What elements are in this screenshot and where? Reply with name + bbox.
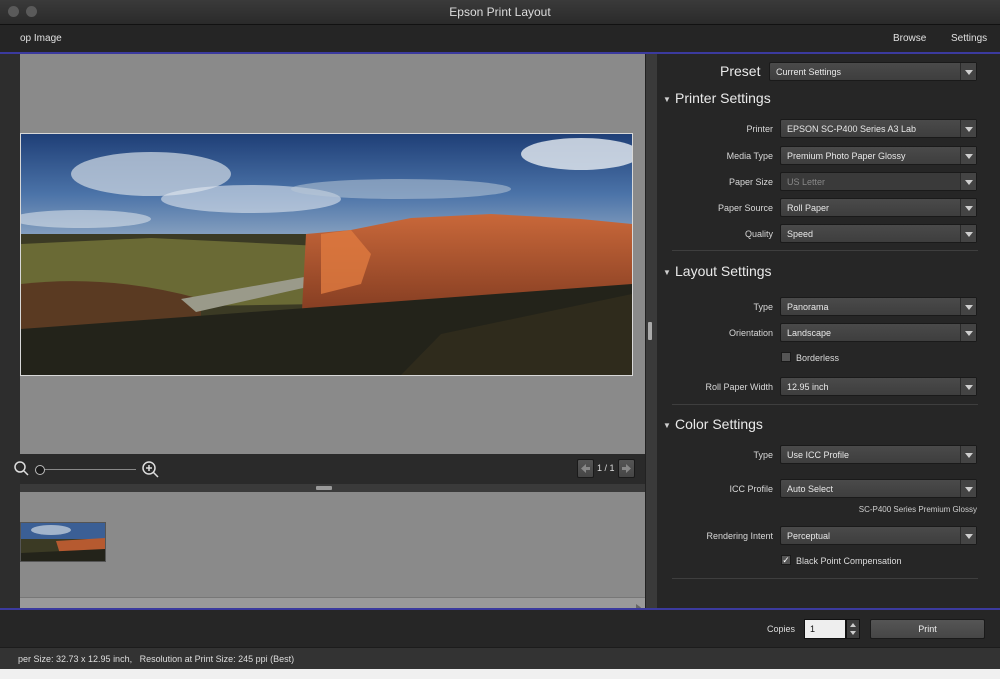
thumbnail-strip bbox=[20, 492, 645, 608]
chevron-down-icon bbox=[960, 147, 976, 164]
paper-size-label: Paper Size bbox=[728, 177, 773, 187]
quality-label: Quality bbox=[744, 229, 773, 239]
checkmark-icon: ✓ bbox=[782, 555, 790, 565]
color-type-dropdown[interactable]: Use ICC Profile bbox=[780, 445, 977, 464]
chevron-down-icon bbox=[960, 527, 976, 544]
next-page-button[interactable] bbox=[618, 459, 635, 478]
title-bar: Epson Print Layout bbox=[0, 0, 1000, 25]
chevron-down-icon bbox=[960, 173, 976, 190]
window-bottom-margin bbox=[0, 669, 1000, 679]
paper-source-label: Paper Source bbox=[717, 203, 773, 213]
panorama-preview-image[interactable] bbox=[20, 133, 633, 376]
orientation-dropdown[interactable]: Landscape bbox=[780, 323, 977, 342]
icc-profile-dropdown[interactable]: Auto Select bbox=[780, 479, 977, 498]
collapse-triangle-icon[interactable]: ▼ bbox=[663, 268, 671, 277]
icc-profile-value: Auto Select bbox=[787, 484, 834, 494]
borderless-label: Borderless bbox=[796, 353, 840, 363]
printer-dropdown[interactable]: EPSON SC-P400 Series A3 Lab bbox=[780, 119, 977, 138]
toolbar: op Image Browse Settings bbox=[0, 25, 1000, 54]
page-thumbnail[interactable] bbox=[20, 522, 106, 562]
layout-type-value: Panorama bbox=[787, 302, 829, 312]
crop-image-tab[interactable]: op Image bbox=[20, 33, 62, 44]
collapse-triangle-icon[interactable]: ▼ bbox=[663, 421, 671, 430]
media-type-dropdown[interactable]: Premium Photo Paper Glossy bbox=[780, 146, 977, 165]
left-edge-panel bbox=[0, 54, 20, 608]
preset-dropdown[interactable]: Current Settings bbox=[769, 62, 977, 81]
status-text: per Size: 32.73 x 12.95 inch, Resolution… bbox=[18, 654, 295, 664]
thumbnail-image bbox=[21, 523, 105, 561]
right-arrow-icon bbox=[622, 464, 631, 473]
settings-tab[interactable]: Settings bbox=[951, 33, 987, 44]
color-type-value: Use ICC Profile bbox=[787, 450, 850, 460]
printer-settings-heading: Printer Settings bbox=[675, 90, 771, 106]
color-type-label: Type bbox=[753, 450, 773, 460]
color-settings-heading: Color Settings bbox=[675, 416, 763, 432]
media-type-label: Media Type bbox=[726, 151, 773, 161]
collapse-triangle-icon[interactable]: ▼ bbox=[663, 95, 671, 104]
paper-source-dropdown[interactable]: Roll Paper bbox=[780, 198, 977, 217]
copies-stepper[interactable] bbox=[846, 619, 860, 639]
previous-page-button[interactable] bbox=[577, 459, 594, 478]
zoom-bar: 1 / 1 bbox=[14, 454, 645, 484]
roll-paper-width-label: Roll Paper Width bbox=[705, 382, 773, 392]
rendering-intent-label: Rendering Intent bbox=[706, 531, 773, 541]
quality-value: Speed bbox=[787, 229, 814, 239]
chevron-down-icon bbox=[960, 480, 976, 497]
orientation-label: Orientation bbox=[728, 328, 773, 338]
printer-label: Printer bbox=[746, 124, 773, 134]
splitter-handle[interactable] bbox=[316, 486, 332, 490]
orientation-value: Landscape bbox=[787, 328, 832, 338]
rendering-intent-dropdown[interactable]: Perceptual bbox=[780, 526, 977, 545]
status-bar: per Size: 32.73 x 12.95 inch, Resolution… bbox=[0, 647, 1000, 670]
landscape-photo-image bbox=[21, 134, 632, 375]
black-point-compensation-label: Black Point Compensation bbox=[796, 556, 902, 566]
stepper-arrows-icon bbox=[850, 623, 856, 635]
zoom-slider-track[interactable] bbox=[36, 469, 136, 470]
section-divider bbox=[672, 578, 978, 579]
quality-dropdown[interactable]: Speed bbox=[780, 224, 977, 243]
scroll-right-icon[interactable] bbox=[634, 599, 643, 611]
copies-input[interactable]: 1 bbox=[804, 619, 846, 639]
section-divider bbox=[672, 250, 978, 251]
media-type-value: Premium Photo Paper Glossy bbox=[787, 151, 906, 161]
rendering-intent-value: Perceptual bbox=[787, 531, 831, 541]
icc-profile-label: ICC Profile bbox=[729, 484, 773, 494]
preset-value: Current Settings bbox=[776, 67, 842, 77]
chevron-down-icon bbox=[960, 199, 976, 216]
section-divider bbox=[672, 404, 978, 405]
thumbnail-splitter[interactable] bbox=[20, 484, 645, 492]
layout-settings-heading: Layout Settings bbox=[675, 263, 772, 279]
preset-label: Preset bbox=[720, 63, 761, 79]
black-point-compensation-checkbox[interactable]: ✓ bbox=[781, 555, 791, 565]
copies-value: 1 bbox=[810, 624, 816, 634]
window-title: Epson Print Layout bbox=[449, 5, 551, 19]
page-indicator: 1 / 1 bbox=[597, 463, 615, 473]
copies-label: Copies bbox=[767, 624, 796, 634]
chevron-down-icon bbox=[960, 446, 976, 463]
zoom-out-icon[interactable] bbox=[14, 461, 30, 477]
print-button[interactable]: Print bbox=[870, 619, 985, 639]
chevron-down-icon bbox=[960, 225, 976, 242]
chevron-down-icon bbox=[960, 378, 976, 395]
roll-paper-width-dropdown[interactable]: 12.95 inch bbox=[780, 377, 977, 396]
chevron-down-icon bbox=[960, 120, 976, 137]
paper-size-value: US Letter bbox=[787, 177, 826, 187]
paper-source-value: Roll Paper bbox=[787, 203, 830, 213]
printer-value: EPSON SC-P400 Series A3 Lab bbox=[787, 124, 917, 134]
icc-profile-note: SC-P400 Series Premium Glossy bbox=[858, 505, 977, 514]
chevron-down-icon bbox=[960, 324, 976, 341]
browse-tab[interactable]: Browse bbox=[893, 33, 926, 44]
roll-paper-width-value: 12.95 inch bbox=[787, 382, 829, 392]
paper-size-dropdown: US Letter bbox=[780, 172, 977, 191]
layout-type-dropdown[interactable]: Panorama bbox=[780, 297, 977, 316]
chevron-down-icon bbox=[960, 298, 976, 315]
zoom-in-icon[interactable] bbox=[141, 460, 161, 480]
panel-divider-handle[interactable] bbox=[648, 322, 652, 340]
zoom-slider-thumb[interactable] bbox=[35, 465, 45, 475]
borderless-checkbox[interactable] bbox=[781, 352, 791, 362]
chevron-down-icon bbox=[960, 63, 976, 80]
left-arrow-icon bbox=[581, 464, 590, 473]
layout-type-label: Type bbox=[753, 302, 773, 312]
